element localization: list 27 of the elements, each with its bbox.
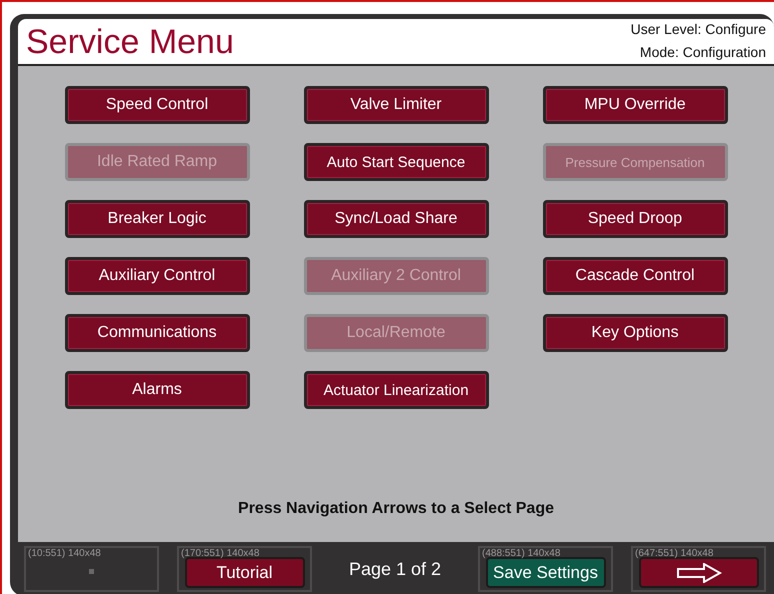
user-level-text: User Level: Configure [630, 21, 766, 37]
right-arrow-icon [676, 562, 722, 582]
slot-tag: (170:551) 140x48 [181, 548, 260, 559]
mode-text: Mode: Configuration [640, 44, 766, 60]
menu-button[interactable]: Speed Control [64, 86, 250, 124]
menu-button[interactable]: Key Options [542, 314, 728, 352]
menu-button[interactable]: Cascade Control [542, 257, 728, 295]
footer-button[interactable]: Tutorial [184, 557, 304, 588]
menu-button[interactable]: Valve Limiter [304, 86, 488, 124]
menu-button[interactable]: Sync/Load Share [304, 200, 488, 238]
menu-button[interactable]: Communications [64, 314, 250, 352]
menu-button[interactable]: Breaker Logic [64, 200, 250, 238]
slot-tag: (488:551) 140x48 [482, 548, 560, 559]
slot-tag: (647:551) 140x48 [635, 548, 714, 559]
menu-button[interactable]: Alarms [64, 371, 250, 409]
menu-button[interactable]: Auxiliary Control [64, 257, 250, 295]
slot-tag: (10:551) 140x48 [28, 548, 101, 559]
page-indicator: Page 1 of 2 [348, 558, 442, 580]
menu-button[interactable]: Actuator Linearization [304, 371, 488, 409]
menu-button[interactable]: MPU Override [542, 86, 728, 124]
menu-button[interactable]: Speed Droop [542, 200, 728, 238]
footer-button[interactable]: Save Settings [486, 557, 606, 588]
instruction-text: Press Navigation Arrows to a Select Page [238, 500, 554, 518]
page-title: Service Menu [26, 22, 234, 63]
next-button[interactable] [638, 557, 758, 588]
menu-button[interactable]: Auto Start Sequence [304, 143, 488, 181]
square-icon [89, 569, 94, 574]
